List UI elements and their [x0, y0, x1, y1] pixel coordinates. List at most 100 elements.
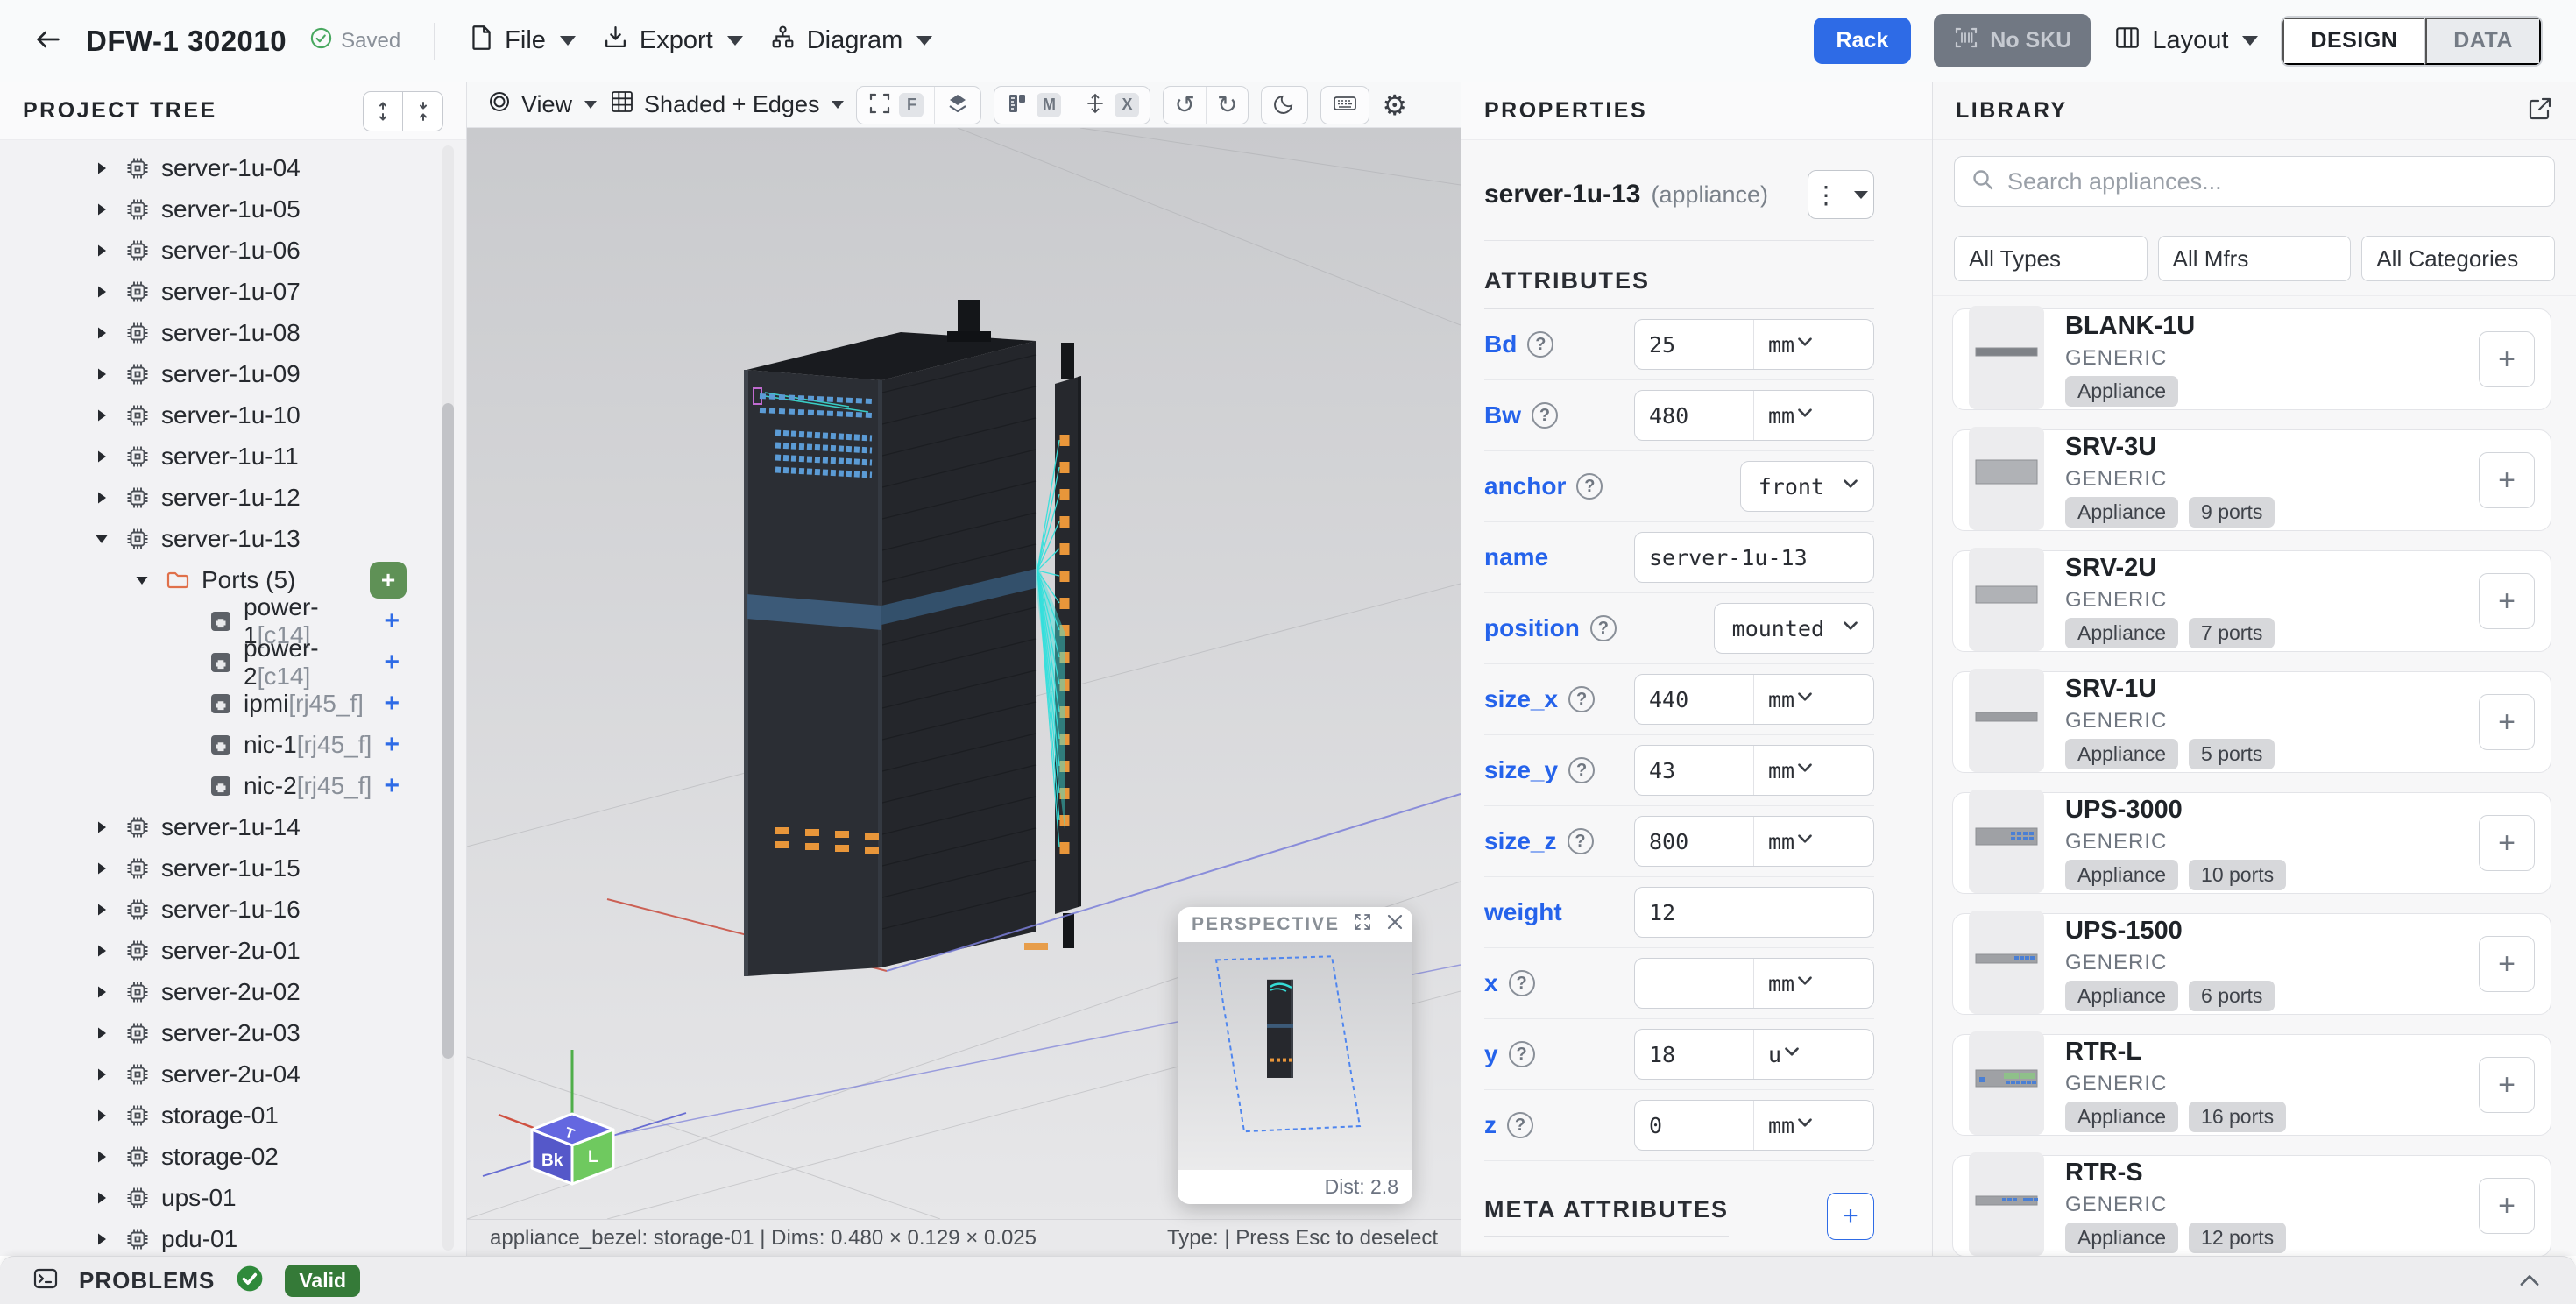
diagram-menu[interactable]: Diagram: [769, 24, 933, 58]
help-icon[interactable]: ?: [1568, 757, 1595, 783]
prop-value-z[interactable]: 0: [1635, 1101, 1754, 1150]
search-input[interactable]: [2007, 168, 2538, 195]
chevron-collapsed-icon[interactable]: [91, 283, 112, 301]
tree-item-server-1u-14[interactable]: server-1u-14: [0, 806, 466, 847]
tree-item-server-1u-15[interactable]: server-1u-15: [0, 847, 466, 889]
prop-value-x[interactable]: [1635, 959, 1754, 1008]
prop-value-Bw[interactable]: 480: [1635, 391, 1754, 440]
close-icon[interactable]: [1385, 912, 1405, 936]
chevron-collapsed-icon[interactable]: [91, 201, 112, 218]
library-card-srv-1u[interactable]: SRV-1U GENERIC Appliance5 ports +: [1952, 671, 2551, 773]
prop-unit-size_y[interactable]: mm: [1754, 746, 1873, 795]
view-menu[interactable]: View: [486, 89, 597, 121]
add-appliance-button[interactable]: +: [2479, 1178, 2535, 1234]
help-icon[interactable]: ?: [1509, 1041, 1535, 1067]
axis-constrain-button[interactable]: X: [1072, 87, 1150, 124]
tree-item-server-1u-16[interactable]: server-1u-16: [0, 889, 466, 930]
tree-item-server-1u-05[interactable]: server-1u-05: [0, 188, 466, 230]
filter-all-categories[interactable]: All Categories: [2361, 236, 2555, 281]
help-icon[interactable]: ?: [1507, 1112, 1533, 1138]
chevron-collapsed-icon[interactable]: [91, 942, 112, 960]
chevron-collapsed-icon[interactable]: [91, 448, 112, 465]
shortcuts-button[interactable]: [1321, 87, 1369, 124]
add-appliance-button[interactable]: +: [2479, 573, 2535, 629]
selection-actions-button[interactable]: ⋮: [1808, 170, 1874, 219]
prop-value-Bd[interactable]: 25: [1635, 320, 1754, 369]
prop-select-anchor[interactable]: front: [1740, 461, 1874, 512]
help-icon[interactable]: ?: [1527, 331, 1553, 358]
chevron-collapsed-icon[interactable]: [91, 1066, 112, 1083]
chevron-up-icon[interactable]: [2515, 1265, 2544, 1295]
tree-folder-ports[interactable]: Ports (5) +: [0, 559, 466, 600]
measure-button[interactable]: M: [994, 87, 1072, 124]
add-appliance-button[interactable]: +: [2479, 452, 2535, 508]
tab-data[interactable]: DATA: [2425, 18, 2541, 65]
tree-item-server-2u-02[interactable]: server-2u-02: [0, 971, 466, 1012]
expand-icon[interactable]: [1352, 911, 1373, 937]
tree-item-storage-01[interactable]: storage-01: [0, 1095, 466, 1136]
tree-port-power-1[interactable]: power-1[c14] +: [0, 600, 466, 641]
tab-design[interactable]: DESIGN: [2282, 18, 2425, 65]
chevron-collapsed-icon[interactable]: [91, 407, 112, 424]
prop-unit-Bd[interactable]: mm: [1754, 320, 1873, 369]
dark-mode-button[interactable]: [1262, 87, 1307, 124]
filter-all-types[interactable]: All Types: [1954, 236, 2148, 281]
library-card-ups-3000[interactable]: UPS-3000 GENERIC Appliance10 ports +: [1952, 792, 2551, 894]
help-icon[interactable]: ?: [1590, 615, 1617, 641]
rotate-cw-button[interactable]: ↻: [1206, 87, 1248, 124]
tree-port-nic-2[interactable]: nic-2[rj45_f] +: [0, 765, 466, 806]
prop-unit-z[interactable]: mm: [1754, 1101, 1873, 1150]
tree-item-server-2u-04[interactable]: server-2u-04: [0, 1053, 466, 1095]
viewport-3d[interactable]: View Shaded + Edges F: [467, 82, 1461, 1256]
add-appliance-button[interactable]: +: [2479, 815, 2535, 871]
collapse-all-button[interactable]: [403, 91, 443, 131]
tree-item-server-1u-06[interactable]: server-1u-06: [0, 230, 466, 271]
tree-scrollbar-thumb[interactable]: [442, 403, 454, 1059]
filter-all-mfrs[interactable]: All Mfrs: [2158, 236, 2352, 281]
library-card-srv-3u[interactable]: SRV-3U GENERIC Appliance9 ports +: [1952, 429, 2551, 531]
chevron-collapsed-icon[interactable]: [91, 860, 112, 877]
chevron-expanded-icon[interactable]: [131, 571, 152, 589]
open-library-icon[interactable]: [2527, 96, 2553, 126]
prop-unit-Bw[interactable]: mm: [1754, 391, 1873, 440]
back-button[interactable]: [33, 25, 63, 57]
tree-port-power-2[interactable]: power-2[c14] +: [0, 641, 466, 683]
tree-item-server-2u-03[interactable]: server-2u-03: [0, 1012, 466, 1053]
tree-item-server-1u-04[interactable]: server-1u-04: [0, 147, 466, 188]
tree-item-server-1u-07[interactable]: server-1u-07: [0, 271, 466, 312]
prop-value-size_x[interactable]: 440: [1635, 675, 1754, 724]
library-card-blank-1u[interactable]: BLANK-1U GENERIC Appliance +: [1952, 308, 2551, 410]
chevron-collapsed-icon[interactable]: [91, 1230, 112, 1248]
expand-all-button[interactable]: [363, 91, 403, 131]
tree-item-server-1u-10[interactable]: server-1u-10: [0, 394, 466, 436]
chevron-collapsed-icon[interactable]: [91, 489, 112, 507]
chevron-collapsed-icon[interactable]: [91, 1148, 112, 1166]
library-card-ups-1500[interactable]: UPS-1500 GENERIC Appliance6 ports +: [1952, 913, 2551, 1015]
export-menu[interactable]: Export: [602, 24, 743, 58]
chevron-collapsed-icon[interactable]: [91, 1024, 112, 1042]
tree-item-server-1u-08[interactable]: server-1u-08: [0, 312, 466, 353]
chevron-collapsed-icon[interactable]: [91, 159, 112, 177]
prop-value-size_z[interactable]: 800: [1635, 817, 1754, 866]
tree-item-server-1u-11[interactable]: server-1u-11: [0, 436, 466, 477]
library-card-rtr-l[interactable]: RTR-L GENERIC Appliance16 ports +: [1952, 1034, 2551, 1136]
tree-item-server-2u-01[interactable]: server-2u-01: [0, 930, 466, 971]
prop-unit-size_z[interactable]: mm: [1754, 817, 1873, 866]
library-card-srv-2u[interactable]: SRV-2U GENERIC Appliance7 ports +: [1952, 550, 2551, 652]
rotate-ccw-button[interactable]: ↺: [1164, 87, 1205, 124]
layers-button[interactable]: [934, 87, 980, 124]
help-icon[interactable]: ?: [1576, 473, 1603, 500]
rack-button[interactable]: Rack: [1814, 18, 1912, 64]
library-card-rtr-s[interactable]: RTR-S GENERIC Appliance12 ports +: [1952, 1155, 2551, 1256]
chevron-collapsed-icon[interactable]: [91, 1107, 112, 1124]
add-appliance-button[interactable]: +: [2479, 1057, 2535, 1113]
chevron-collapsed-icon[interactable]: [91, 901, 112, 918]
help-icon[interactable]: ?: [1568, 828, 1594, 854]
help-icon[interactable]: ?: [1509, 970, 1535, 996]
tree-port-nic-1[interactable]: nic-1[rj45_f] +: [0, 724, 466, 765]
frame-selection-button[interactable]: F: [857, 87, 934, 124]
help-icon[interactable]: ?: [1568, 686, 1595, 712]
chevron-expanded-icon[interactable]: [91, 530, 112, 548]
tree-item-server-1u-09[interactable]: server-1u-09: [0, 353, 466, 394]
viewport-settings-button[interactable]: ⚙: [1382, 91, 1407, 119]
